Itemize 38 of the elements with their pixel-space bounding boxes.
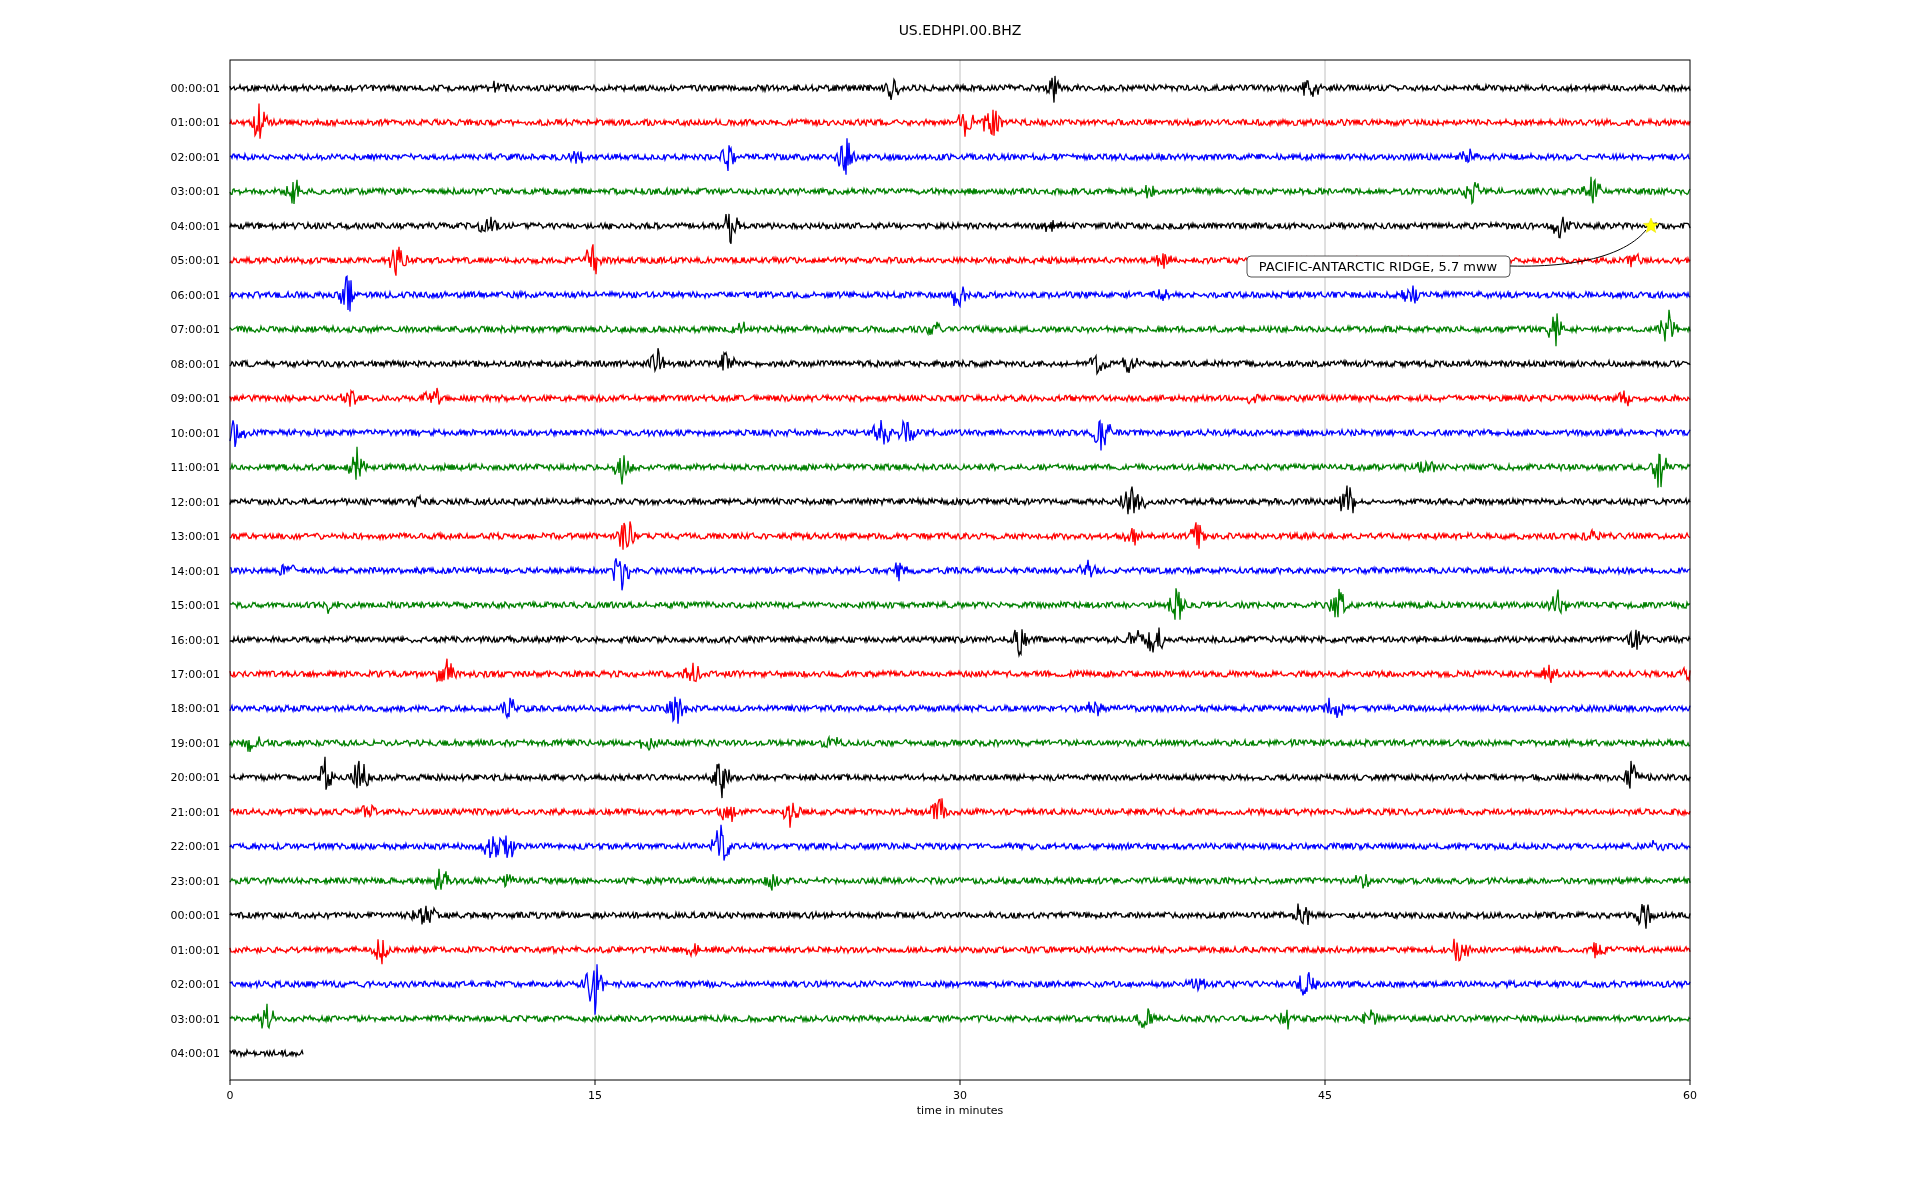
row-time-label: 23:00:01: [170, 874, 220, 888]
event-label: PACIFIC-ANTARCTIC RIDGE, 5.7 mww: [1246, 255, 1511, 278]
plot-title: US.EDHPI.00.BHZ: [898, 22, 1022, 38]
row-time-label: 18:00:01: [170, 702, 220, 716]
row-time-label: 16:00:01: [170, 633, 220, 647]
row-time-label: 21:00:01: [170, 805, 220, 819]
x-tick-label: 45: [1318, 1089, 1332, 1102]
row-time-label: 15:00:01: [170, 599, 220, 613]
row-time-label: 20:00:01: [170, 771, 220, 785]
row-time-label: 03:00:01: [170, 1012, 220, 1026]
row-time-label: 10:00:01: [170, 426, 220, 440]
row-time-label: 01:00:01: [170, 116, 220, 130]
row-time-label: 17:00:01: [170, 668, 220, 681]
row-time-label: 00:00:01: [170, 82, 220, 95]
x-axis-label: time in minutes: [916, 1104, 1004, 1117]
row-time-label: 02:00:01: [170, 150, 220, 164]
row-time-label: 04:00:01: [170, 219, 220, 233]
row-time-label: 06:00:01: [170, 288, 220, 302]
x-tick-label: 0: [226, 1089, 234, 1102]
row-time-label: 00:00:01: [170, 909, 220, 923]
row-time-label: 02:00:01: [170, 978, 220, 992]
star-icon: [1643, 217, 1659, 233]
row-time-label: 14:00:01: [170, 564, 220, 578]
row-time-label: 19:00:01: [170, 736, 220, 750]
row-time-label: 12:00:01: [170, 495, 220, 509]
x-tick-label: 60: [1683, 1089, 1697, 1102]
x-tick-label: 30: [953, 1089, 967, 1102]
row-time-label: 09:00:01: [170, 392, 220, 406]
row-time-label: 08:00:01: [170, 357, 220, 371]
row-time-label: 07:00:01: [170, 323, 220, 337]
x-tick-label: 15: [588, 1089, 602, 1102]
row-time-label: 22:00:01: [170, 840, 220, 854]
row-time-label: 04:00:01: [170, 1047, 220, 1061]
row-time-label: 05:00:01: [170, 254, 220, 268]
row-time-label: 11:00:01: [170, 461, 220, 475]
row-time-label: 03:00:01: [170, 185, 220, 199]
row-time-label: 01:00:01: [170, 943, 220, 957]
row-time-label: 13:00:01: [170, 530, 220, 544]
